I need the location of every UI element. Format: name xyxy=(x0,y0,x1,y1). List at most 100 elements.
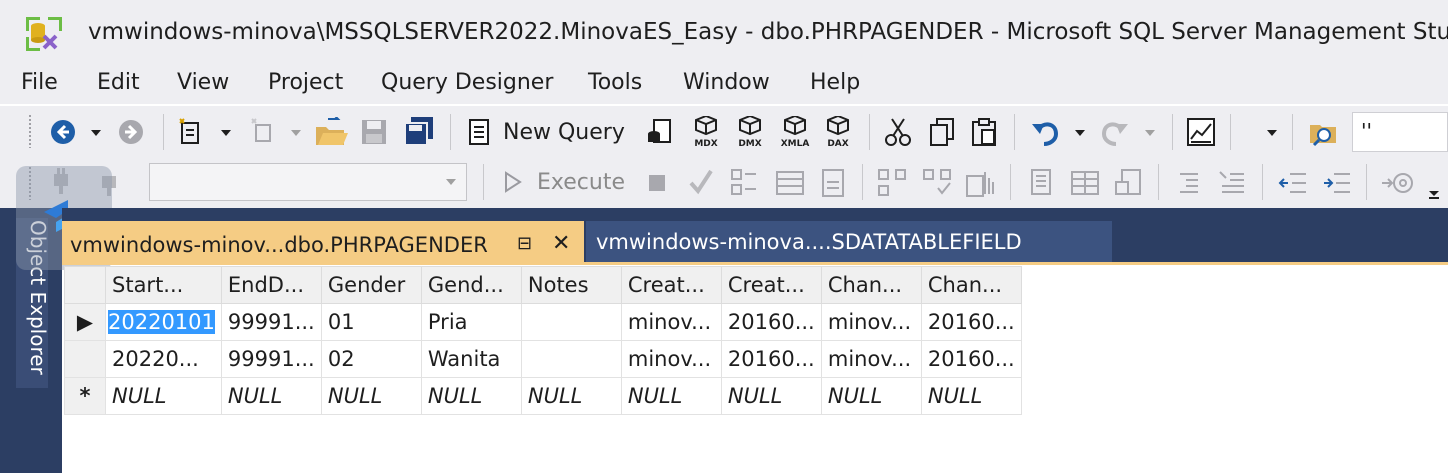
tab-phrpagender[interactable]: vmwindows-minov...dbo.PHRPAGENDER ⊟ ✕ xyxy=(62,221,584,265)
cut-icon[interactable] xyxy=(884,117,912,151)
table-row[interactable]: ▶ 20220101 99991... 01 Pria minov... 201… xyxy=(64,303,1022,341)
menu-query-designer[interactable]: Query Designer xyxy=(381,70,553,95)
table-cell[interactable]: NULL xyxy=(320,377,422,415)
header-row: Start... EndD... Gender Gend... Notes Cr… xyxy=(64,266,1022,304)
table-data-grid[interactable]: Start... EndD... Gender Gend... Notes Cr… xyxy=(64,266,1022,415)
column-header[interactable]: Chan... xyxy=(820,266,922,304)
table-cell[interactable]: NULL xyxy=(920,377,1022,415)
table-cell[interactable]: 20220... xyxy=(105,340,222,378)
pin-icon[interactable]: ⊟ xyxy=(517,233,532,254)
column-header[interactable]: Chan... xyxy=(920,266,1022,304)
add-item-icon xyxy=(248,117,280,151)
table-cell[interactable]: NULL xyxy=(105,377,222,415)
decrease-indent-icon xyxy=(1278,170,1308,200)
corner-cell[interactable] xyxy=(64,266,106,304)
table-cell[interactable]: minov... xyxy=(620,303,722,341)
table-cell[interactable]: minov... xyxy=(820,340,922,378)
mdx-query-icon[interactable]: MDX xyxy=(688,114,724,152)
available-databases-dropdown[interactable] xyxy=(149,163,467,201)
dmx-query-icon[interactable]: DMX xyxy=(732,114,768,152)
table-cell[interactable]: minov... xyxy=(820,303,922,341)
table-cell[interactable]: 99991... xyxy=(220,303,322,341)
copy-icon[interactable] xyxy=(928,117,956,151)
menu-file[interactable]: File xyxy=(21,70,58,95)
table-cell[interactable]: NULL xyxy=(520,377,622,415)
paste-icon[interactable] xyxy=(970,117,998,151)
find-in-files-icon[interactable] xyxy=(1308,117,1340,151)
table-cell[interactable]: 20160... xyxy=(720,340,822,378)
tab-sdatatablefield[interactable]: vmwindows-minova....SDATATABLEFIELD xyxy=(586,221,1112,262)
menu-view[interactable]: View xyxy=(177,70,229,95)
table-cell[interactable]: 20160... xyxy=(920,340,1022,378)
back-dropdown-icon[interactable] xyxy=(91,130,101,136)
toolbar-separator xyxy=(1292,114,1293,150)
table-cell[interactable] xyxy=(520,303,622,341)
close-icon[interactable]: ✕ xyxy=(552,231,570,256)
menu-edit[interactable]: Edit xyxy=(97,70,140,95)
xmla-query-icon[interactable]: XMLA xyxy=(776,114,814,152)
toolbar-separator xyxy=(450,114,451,150)
open-file-icon[interactable] xyxy=(314,115,348,151)
results-to-file-icon xyxy=(820,168,846,202)
new-project-dropdown-icon[interactable] xyxy=(221,130,231,136)
table-cell[interactable]: NULL xyxy=(820,377,922,415)
column-header[interactable]: Creat... xyxy=(620,266,722,304)
toolbar-separator xyxy=(1010,164,1011,200)
database-engine-query-icon[interactable] xyxy=(646,118,676,150)
column-header[interactable]: Gend... xyxy=(420,266,522,304)
menu-tools[interactable]: Tools xyxy=(588,70,642,95)
activity-monitor-icon[interactable] xyxy=(1186,117,1216,151)
show-sql-pane-icon xyxy=(1114,168,1144,202)
table-cell[interactable]: NULL xyxy=(420,377,522,415)
column-header[interactable]: EndD... xyxy=(220,266,322,304)
back-icon[interactable] xyxy=(50,119,76,149)
query-options-icon xyxy=(730,168,760,202)
toolbar-separator xyxy=(1230,114,1231,150)
xmla-label: XMLA xyxy=(781,139,810,148)
toolbar-overflow-icon[interactable] xyxy=(1428,184,1440,203)
save-all-icon[interactable] xyxy=(404,116,434,150)
row-header[interactable] xyxy=(64,340,106,378)
new-query-icon[interactable] xyxy=(465,118,493,150)
selected-cell-text[interactable]: 20220101 xyxy=(108,310,215,334)
undo-icon[interactable] xyxy=(1030,118,1060,150)
table-cell[interactable]: minov... xyxy=(620,340,722,378)
config-dropdown-icon[interactable] xyxy=(1267,130,1277,136)
menu-window[interactable]: Window xyxy=(683,70,770,95)
chevron-down-icon[interactable] xyxy=(446,179,456,185)
dax-query-icon[interactable]: DAX xyxy=(820,114,856,152)
find-combo-input[interactable]: '' xyxy=(1352,112,1448,152)
dmx-label: DMX xyxy=(738,139,761,148)
table-cell[interactable]: NULL xyxy=(220,377,322,415)
column-header[interactable]: Start... xyxy=(105,266,222,304)
forward-icon[interactable] xyxy=(118,119,144,149)
new-query-button[interactable]: New Query xyxy=(503,120,625,145)
table-cell[interactable]: Wanita xyxy=(420,340,522,378)
table-row[interactable]: 20220... 99991... 02 Wanita minov... 201… xyxy=(64,340,1022,378)
menu-project[interactable]: Project xyxy=(268,70,343,95)
table-cell[interactable] xyxy=(520,340,622,378)
undo-dropdown-icon[interactable] xyxy=(1075,130,1085,136)
table-cell[interactable]: 02 xyxy=(320,340,422,378)
table-cell[interactable]: NULL xyxy=(720,377,822,415)
column-header[interactable]: Notes xyxy=(520,266,622,304)
table-cell[interactable]: Pria xyxy=(420,303,522,341)
table-cell[interactable]: 01 xyxy=(320,303,422,341)
add-group-by-icon xyxy=(965,168,995,202)
current-row-indicator-icon[interactable]: ▶ xyxy=(64,303,106,341)
new-row-asterisk-icon[interactable]: * xyxy=(64,377,106,415)
table-cell[interactable]: 20160... xyxy=(920,303,1022,341)
table-cell[interactable]: 20220101 xyxy=(105,303,222,341)
table-cell[interactable]: NULL xyxy=(620,377,722,415)
table-cell[interactable]: 99991... xyxy=(220,340,322,378)
toolbar-grip[interactable] xyxy=(28,114,32,148)
column-header[interactable]: Creat... xyxy=(720,266,822,304)
new-project-icon[interactable] xyxy=(176,117,208,151)
column-header[interactable]: Gender xyxy=(320,266,422,304)
comment-lines-icon xyxy=(1176,170,1202,200)
redo-icon xyxy=(1100,118,1130,150)
table-cell[interactable]: 20160... xyxy=(720,303,822,341)
active-tab-underline xyxy=(62,262,1448,265)
menu-help[interactable]: Help xyxy=(810,70,860,95)
new-row[interactable]: * NULL NULL NULL NULL NULL NULL NULL NUL… xyxy=(64,377,1022,415)
